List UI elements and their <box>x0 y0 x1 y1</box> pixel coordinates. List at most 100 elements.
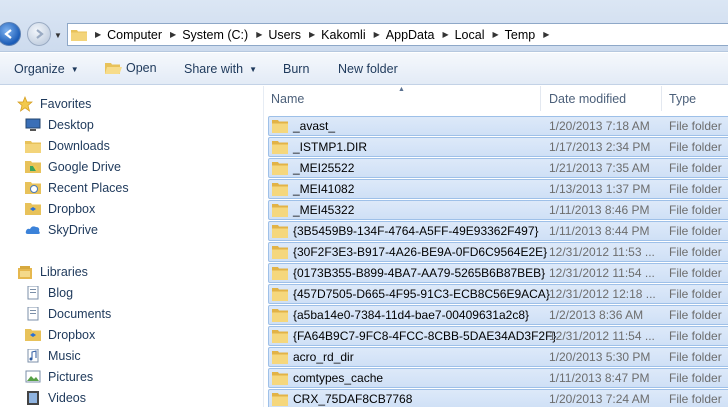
nav-libraries[interactable]: Libraries <box>16 264 88 280</box>
chevron-down-icon: ▼ <box>249 64 257 74</box>
file-name: comtypes_cache <box>293 371 384 385</box>
chevron-down-icon: ▼ <box>70 64 79 74</box>
file-type: File folder <box>669 140 722 154</box>
address-bar-area: ▼ ▶ Computer ▶ System (C:) ▶ Users ▶ Kakomli ▶ Ap… <box>0 0 728 52</box>
file-name: _avast_ <box>293 119 336 133</box>
organize-menu[interactable]: Organize ▼ <box>14 62 79 76</box>
breadcrumb-item[interactable]: AppData <box>386 28 435 42</box>
breadcrumb-separator-icon[interactable]: ▶ <box>256 30 262 39</box>
new-folder-button[interactable]: New folder <box>338 62 398 76</box>
nav-item-skydrive[interactable]: SkyDrive <box>24 222 98 238</box>
nav-item-recent-places[interactable]: Recent Places <box>24 180 129 196</box>
breadcrumb-item[interactable]: Computer <box>107 28 162 42</box>
breadcrumb-separator-icon[interactable]: ▶ <box>95 30 101 39</box>
file-name: {30F2F3E3-B917-4A26-BE9A-0FD6C9564E2E} <box>293 245 548 259</box>
file-date-modified: 12/31/2012 11:53 ... <box>549 245 655 259</box>
file-row[interactable]: comtypes_cache 1/11/2013 8:47 PM File fold… <box>268 368 728 388</box>
column-name-label: Name <box>271 91 305 106</box>
file-list: ▲ Name Date modified Type _avast_ 1/20/20… <box>264 86 728 407</box>
share-with-menu[interactable]: Share with ▼ <box>184 62 257 76</box>
nav-item-desktop[interactable]: Desktop <box>24 117 94 133</box>
nav-item-label: Videos <box>48 391 86 405</box>
file-type: File folder <box>669 245 722 259</box>
file-name: {457D7505-D665-4F95-91C3-ECB8C56E9ACA} <box>293 287 550 301</box>
nav-item-label: Music <box>48 349 81 363</box>
file-name: CRX_75DAF8CB7768 <box>293 392 413 406</box>
nav-item-google-drive[interactable]: Google Drive <box>24 159 121 175</box>
breadcrumb-separator-icon[interactable]: ▶ <box>309 30 315 39</box>
file-name: _MEI45322 <box>293 203 355 217</box>
breadcrumb-item[interactable]: Local <box>455 28 485 42</box>
back-arrow-icon <box>4 29 12 39</box>
breadcrumb-separator-icon[interactable]: ▶ <box>442 30 448 39</box>
folder-icon <box>71 30 87 41</box>
breadcrumb-separator-icon[interactable]: ▶ <box>374 30 380 39</box>
nav-item-label: Documents <box>48 307 112 321</box>
column-header-name[interactable]: Name <box>264 86 541 111</box>
file-row[interactable]: _MEI25522 1/21/2013 7:35 AM File folder <box>268 158 728 178</box>
file-row[interactable]: {0173B355-B899-4BA7-AA79-5265B6B87BEB} 12… <box>268 263 728 283</box>
burn-button[interactable]: Burn <box>283 62 309 76</box>
folder-icon <box>272 267 288 280</box>
nav-item-dropbox-library[interactable]: Dropbox <box>24 327 95 343</box>
file-row[interactable]: acro_rd_dir 1/20/2013 5:30 PM File folder <box>268 347 728 367</box>
nav-item-dropbox[interactable]: Dropbox <box>24 201 95 217</box>
nav-item-videos[interactable]: Videos <box>24 390 86 406</box>
file-date-modified: 1/11/2013 8:44 PM <box>549 224 650 238</box>
file-type: File folder <box>669 392 722 406</box>
nav-item-label: Desktop <box>48 118 94 132</box>
breadcrumb-separator-icon[interactable]: ▶ <box>170 30 176 39</box>
column-header-type[interactable]: Type <box>662 86 728 111</box>
nav-item-downloads[interactable]: Downloads <box>24 138 110 154</box>
file-row[interactable]: CRX_75DAF8CB7768 1/20/2013 7:24 AM File fo… <box>268 389 728 407</box>
file-row[interactable]: {30F2F3E3-B917-4A26-BE9A-0FD6C9564E2E} 12… <box>268 242 728 262</box>
file-row[interactable]: _MEI41082 1/13/2013 1:37 PM File folder <box>268 179 728 199</box>
breadcrumb-separator-icon[interactable]: ▶ <box>492 30 498 39</box>
breadcrumb-item[interactable]: Users <box>268 28 301 42</box>
folder-icon <box>272 183 288 196</box>
folder-icon <box>272 204 288 217</box>
file-name: {0173B355-B899-4BA7-AA79-5265B6B87BEB} <box>293 266 546 280</box>
file-type: File folder <box>669 182 722 196</box>
file-row[interactable]: _avast_ 1/20/2013 7:18 AM File folder <box>268 116 728 136</box>
folder-icon <box>272 120 288 133</box>
file-row[interactable]: _ISTMP1.DIR 1/17/2013 2:34 PM File folder <box>268 137 728 157</box>
address-field[interactable]: ▶ Computer ▶ System (C:) ▶ Users ▶ Kakomli ▶ AppD… <box>67 23 728 46</box>
back-button[interactable] <box>0 22 21 46</box>
new-folder-label: New folder <box>338 62 398 76</box>
desktop-icon <box>24 117 42 133</box>
forward-button[interactable] <box>27 22 51 46</box>
nav-item-pictures[interactable]: Pictures <box>24 369 93 385</box>
breadcrumb-item[interactable]: Kakomli <box>321 28 365 42</box>
documents-icon <box>24 306 42 322</box>
open-button[interactable]: Open <box>104 60 157 76</box>
file-row[interactable]: {FA64B9C7-9FC8-4FCC-8CBB-5DAE34AD3F2F} 12… <box>268 326 728 346</box>
file-name: _ISTMP1.DIR <box>293 140 368 154</box>
file-date-modified: 1/17/2013 2:34 PM <box>549 140 651 154</box>
file-row[interactable]: {457D7505-D665-4F95-91C3-ECB8C56E9ACA} 12… <box>268 284 728 304</box>
nav-item-music[interactable]: Music <box>24 348 81 364</box>
breadcrumb: ▶ Computer ▶ System (C:) ▶ Users ▶ Kakomli ▶ AppD… <box>87 28 555 42</box>
breadcrumb-item[interactable]: System (C:) <box>182 28 248 42</box>
breadcrumb-separator-icon[interactable]: ▶ <box>543 30 549 39</box>
recent-pages-dropdown-icon[interactable]: ▼ <box>54 31 62 40</box>
nav-favorites[interactable]: Favorites <box>16 96 91 112</box>
folder-icon <box>272 372 288 385</box>
folder-icon <box>272 246 288 259</box>
nav-item-blog[interactable]: Blog <box>24 285 73 301</box>
file-row[interactable]: {3B5459B9-134F-4764-A5FF-49E93362F497} 1/… <box>268 221 728 241</box>
file-row[interactable]: _MEI45322 1/11/2013 8:46 PM File folder <box>268 200 728 220</box>
folder-icon <box>272 225 288 238</box>
skydrive-icon <box>24 222 42 238</box>
file-date-modified: 1/13/2013 1:37 PM <box>549 182 651 196</box>
file-date-modified: 1/20/2013 5:30 PM <box>549 350 651 364</box>
nav-item-label: Recent Places <box>48 181 129 195</box>
nav-item-documents[interactable]: Documents <box>24 306 111 322</box>
file-row[interactable]: {a5ba14e0-7384-11d4-bae7-00409631a2c8} 1/… <box>268 305 728 325</box>
file-type: File folder <box>669 266 722 280</box>
nav-favorites-label: Favorites <box>40 97 92 111</box>
breadcrumb-item[interactable]: Temp <box>505 28 536 42</box>
command-bar: Organize ▼ Open Share with ▼ Burn New fold… <box>0 53 728 85</box>
column-header-date[interactable]: Date modified <box>541 86 662 111</box>
organize-label: Organize <box>14 62 65 76</box>
